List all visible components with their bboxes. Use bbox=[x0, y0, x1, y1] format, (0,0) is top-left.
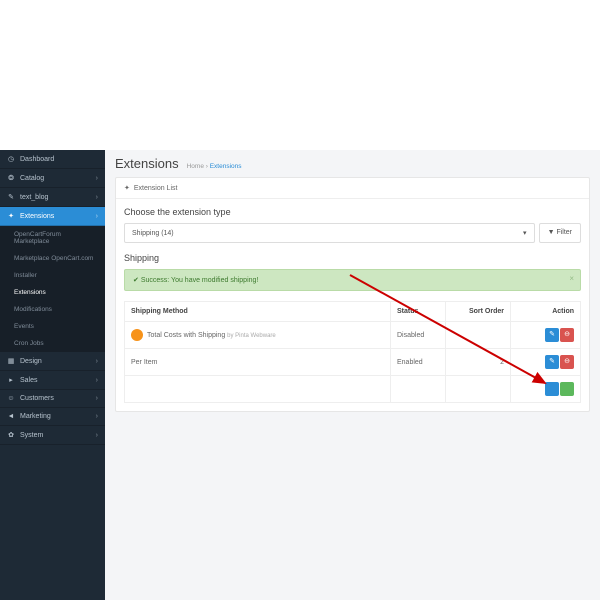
dashboard-icon: ◷ bbox=[7, 155, 15, 163]
marketing-icon: ◄ bbox=[7, 413, 15, 420]
design-icon: ▦ bbox=[7, 357, 15, 365]
nav-extensions[interactable]: ✦ Extensions › bbox=[0, 207, 105, 226]
chevron-right-icon: › bbox=[96, 413, 98, 420]
col-status: Status bbox=[391, 302, 446, 322]
sales-icon: ▸ bbox=[7, 376, 15, 384]
edit-button[interactable] bbox=[545, 382, 559, 396]
chevron-right-icon: › bbox=[96, 194, 98, 201]
panel-title: Extension List bbox=[134, 185, 178, 192]
nav-marketing[interactable]: ◄ Marketing › bbox=[0, 408, 105, 426]
customers-icon: ☺ bbox=[7, 395, 15, 402]
sub-modifications[interactable]: Modifications bbox=[0, 301, 105, 318]
close-icon[interactable]: × bbox=[569, 274, 574, 283]
sub-events[interactable]: Events bbox=[0, 318, 105, 335]
select-value: Shipping (14) bbox=[132, 230, 174, 237]
chevron-down-icon: ▾ bbox=[523, 229, 527, 237]
sub-cronjobs[interactable]: Cron Jobs bbox=[0, 335, 105, 352]
row-sort: 2 bbox=[446, 349, 511, 376]
nav-label: System bbox=[20, 432, 43, 439]
col-action: Action bbox=[511, 302, 581, 322]
list-icon: ✦ bbox=[124, 184, 130, 192]
blog-icon: ✎ bbox=[7, 193, 15, 201]
product-icon bbox=[131, 329, 143, 341]
sub-marketplace-oc[interactable]: Marketplace OpenCart.com bbox=[0, 250, 105, 267]
alert-text: Success: You have modified shipping! bbox=[141, 277, 259, 284]
remove-button[interactable]: ⊖ bbox=[560, 355, 574, 369]
chevron-right-icon: › bbox=[96, 432, 98, 439]
nav-label: Customers bbox=[20, 395, 54, 402]
success-alert: ✔ Success: You have modified shipping! × bbox=[124, 269, 581, 291]
system-icon: ✿ bbox=[7, 431, 15, 439]
breadcrumb-home[interactable]: Home bbox=[187, 163, 204, 170]
row-status: Enabled bbox=[391, 349, 446, 376]
panel-header: ✦ Extension List bbox=[116, 178, 589, 199]
extension-type-select[interactable]: Shipping (14) ▾ bbox=[124, 223, 535, 243]
chevron-right-icon: › bbox=[96, 175, 98, 182]
page-title: Extensions bbox=[115, 156, 179, 171]
chevron-right-icon: › bbox=[96, 395, 98, 402]
nav-label: text_blog bbox=[20, 194, 48, 201]
check-icon: ✔ bbox=[133, 277, 139, 284]
breadcrumb: Home › Extensions bbox=[187, 163, 242, 170]
row-name: Per Item bbox=[125, 349, 391, 376]
table-row: Total Costs with Shipping by Pinta Webwa… bbox=[125, 322, 581, 349]
sub-extensions[interactable]: Extensions bbox=[0, 284, 105, 301]
nav-label: Design bbox=[20, 358, 42, 365]
nav-dashboard[interactable]: ◷ Dashboard bbox=[0, 150, 105, 169]
table-row: Per Item Enabled 2 ✎⊖ bbox=[125, 349, 581, 376]
nav-system[interactable]: ✿ System › bbox=[0, 426, 105, 445]
sidebar: ◷ Dashboard ❂ Catalog › ✎ text_blog › ✦ Extens… bbox=[0, 150, 105, 600]
row-sort bbox=[446, 322, 511, 349]
sub-installer[interactable]: Installer bbox=[0, 267, 105, 284]
nav-label: Dashboard bbox=[20, 156, 54, 163]
col-method: Shipping Method bbox=[125, 302, 391, 322]
edit-button[interactable]: ✎ bbox=[545, 328, 559, 342]
choose-label: Choose the extension type bbox=[124, 207, 581, 217]
filter-button[interactable]: ▼ Filter bbox=[539, 223, 581, 243]
nav-catalog[interactable]: ❂ Catalog › bbox=[0, 169, 105, 188]
table-row bbox=[125, 376, 581, 403]
install-button[interactable] bbox=[560, 382, 574, 396]
nav-customers[interactable]: ☺ Customers › bbox=[0, 390, 105, 408]
nav-label: Extensions bbox=[20, 213, 54, 220]
sub-marketplace-forum[interactable]: OpenCartForum Marketplace bbox=[0, 226, 105, 250]
shipping-table: Shipping Method Status Sort Order Action… bbox=[124, 301, 581, 403]
row-name: Total Costs with Shipping bbox=[147, 332, 225, 339]
remove-button[interactable]: ⊖ bbox=[560, 328, 574, 342]
row-status: Disabled bbox=[391, 322, 446, 349]
chevron-right-icon: › bbox=[96, 213, 98, 220]
extensions-icon: ✦ bbox=[7, 212, 15, 220]
nav-label: Catalog bbox=[20, 175, 44, 182]
catalog-icon: ❂ bbox=[7, 174, 15, 182]
nav-label: Marketing bbox=[20, 413, 51, 420]
breadcrumb-current[interactable]: Extensions bbox=[210, 163, 242, 170]
main-content: Extensions Home › Extensions ✦ Extension… bbox=[105, 150, 600, 600]
panel: ✦ Extension List Choose the extension ty… bbox=[115, 177, 590, 412]
chevron-right-icon: › bbox=[96, 358, 98, 365]
col-sort: Sort Order bbox=[446, 302, 511, 322]
row-by: by Pinta Webware bbox=[227, 333, 276, 339]
nav-sales[interactable]: ▸ Sales › bbox=[0, 371, 105, 390]
nav-design[interactable]: ▦ Design › bbox=[0, 352, 105, 371]
chevron-right-icon: › bbox=[96, 377, 98, 384]
nav-label: Sales bbox=[20, 377, 38, 384]
edit-button[interactable]: ✎ bbox=[545, 355, 559, 369]
section-title: Shipping bbox=[124, 253, 581, 263]
nav-textblog[interactable]: ✎ text_blog › bbox=[0, 188, 105, 207]
